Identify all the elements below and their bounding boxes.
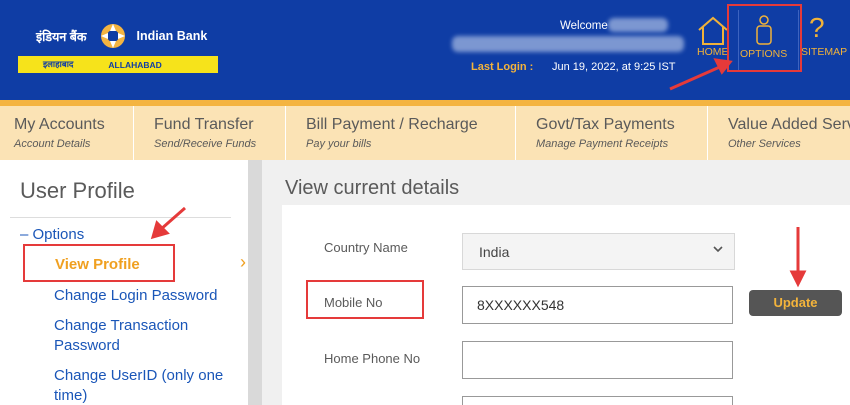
highlight-box-view-profile [23, 244, 175, 282]
nav-govt-tax[interactable]: Govt/Tax Payments Manage Payment Receipt… [516, 106, 708, 160]
nav-title: My Accounts [14, 116, 105, 133]
collapse-icon: – [20, 226, 29, 243]
country-select[interactable]: India [462, 233, 735, 270]
sitemap-label: SITEMAP [801, 46, 848, 58]
home-phone-label: Home Phone No [324, 351, 421, 366]
redacted-user-details [452, 36, 684, 52]
nav-title: Bill Payment / Recharge [306, 116, 478, 133]
update-button[interactable]: Update [749, 290, 842, 316]
last-login-label: Last Login : [471, 61, 534, 73]
sidebar-item-change-userid[interactable]: Change UserID (only one time) [54, 366, 234, 405]
nav-subtitle: Other Services [728, 138, 801, 150]
sidebar-item-change-transaction-password[interactable]: Change Transaction Password [54, 316, 204, 356]
nav-my-accounts[interactable]: My Accounts Account Details [0, 106, 134, 160]
bank-emblem-icon [101, 24, 126, 48]
sidebar-divider [10, 217, 231, 218]
sidebar-title: User Profile [20, 178, 135, 203]
bar-left-text: इलाहाबाद [43, 59, 74, 69]
mobile-no-field[interactable]: 8XXXXXX548 [462, 286, 733, 324]
highlight-box-mobile-no [306, 280, 424, 319]
nav-subtitle: Pay your bills [306, 138, 372, 150]
last-login-value: Jun 19, 2022, at 9:25 IST [552, 61, 676, 73]
sidebar-scroll-separator [248, 160, 262, 405]
home-icon [698, 16, 728, 45]
nav-title: Govt/Tax Payments [536, 116, 675, 133]
main-navigation: My Accounts Account Details Fund Transfe… [0, 100, 850, 160]
nav-subtitle: Manage Payment Receipts [536, 138, 669, 150]
redacted-username [608, 18, 668, 32]
brand-english: Indian Bank [136, 29, 208, 43]
nav-title: Fund Transfer [154, 116, 254, 133]
nav-subtitle: Account Details [14, 138, 91, 150]
next-field[interactable] [462, 396, 733, 405]
sidebar-options-toggle[interactable]: – Options [20, 226, 84, 243]
brand-hindi: इंडियन बैंक [36, 29, 87, 44]
welcome-label: Welcome [560, 20, 608, 32]
home-phone-field[interactable] [462, 341, 733, 379]
options-group-label: Options [32, 226, 85, 243]
top-header: इंडियन बैंक Indian Bank इलाहाबाद ALLAHAB… [0, 0, 850, 100]
country-name-label: Country Name [324, 240, 408, 255]
allahabad-bar: इलाहाबाद ALLAHABAD [18, 56, 218, 73]
sidebar-item-change-login-password[interactable]: Change Login Password [54, 286, 229, 306]
nav-subtitle: Send/Receive Funds [154, 138, 257, 150]
country-select-value: India [479, 244, 510, 260]
mobile-no-value: 8XXXXXX548 [477, 297, 565, 313]
chevron-right-icon: › [240, 252, 246, 272]
nav-value-added[interactable]: Value Added Serv Other Services [708, 106, 850, 160]
chevron-down-icon [713, 246, 723, 253]
home-label: HOME [697, 46, 729, 58]
sitemap-question-icon: ? [809, 12, 825, 43]
bar-right-text: ALLAHABAD [108, 59, 162, 70]
nav-fund-transfer[interactable]: Fund Transfer Send/Receive Funds [134, 106, 286, 160]
page-title: View current details [285, 177, 460, 199]
highlight-box-options [727, 4, 802, 72]
nav-title: Value Added Serv [728, 116, 850, 133]
nav-bill-payment[interactable]: Bill Payment / Recharge Pay your bills [286, 106, 516, 160]
bank-logo[interactable]: इंडियन बैंक Indian Bank इलाहाबाद ALLAHAB… [18, 22, 218, 73]
